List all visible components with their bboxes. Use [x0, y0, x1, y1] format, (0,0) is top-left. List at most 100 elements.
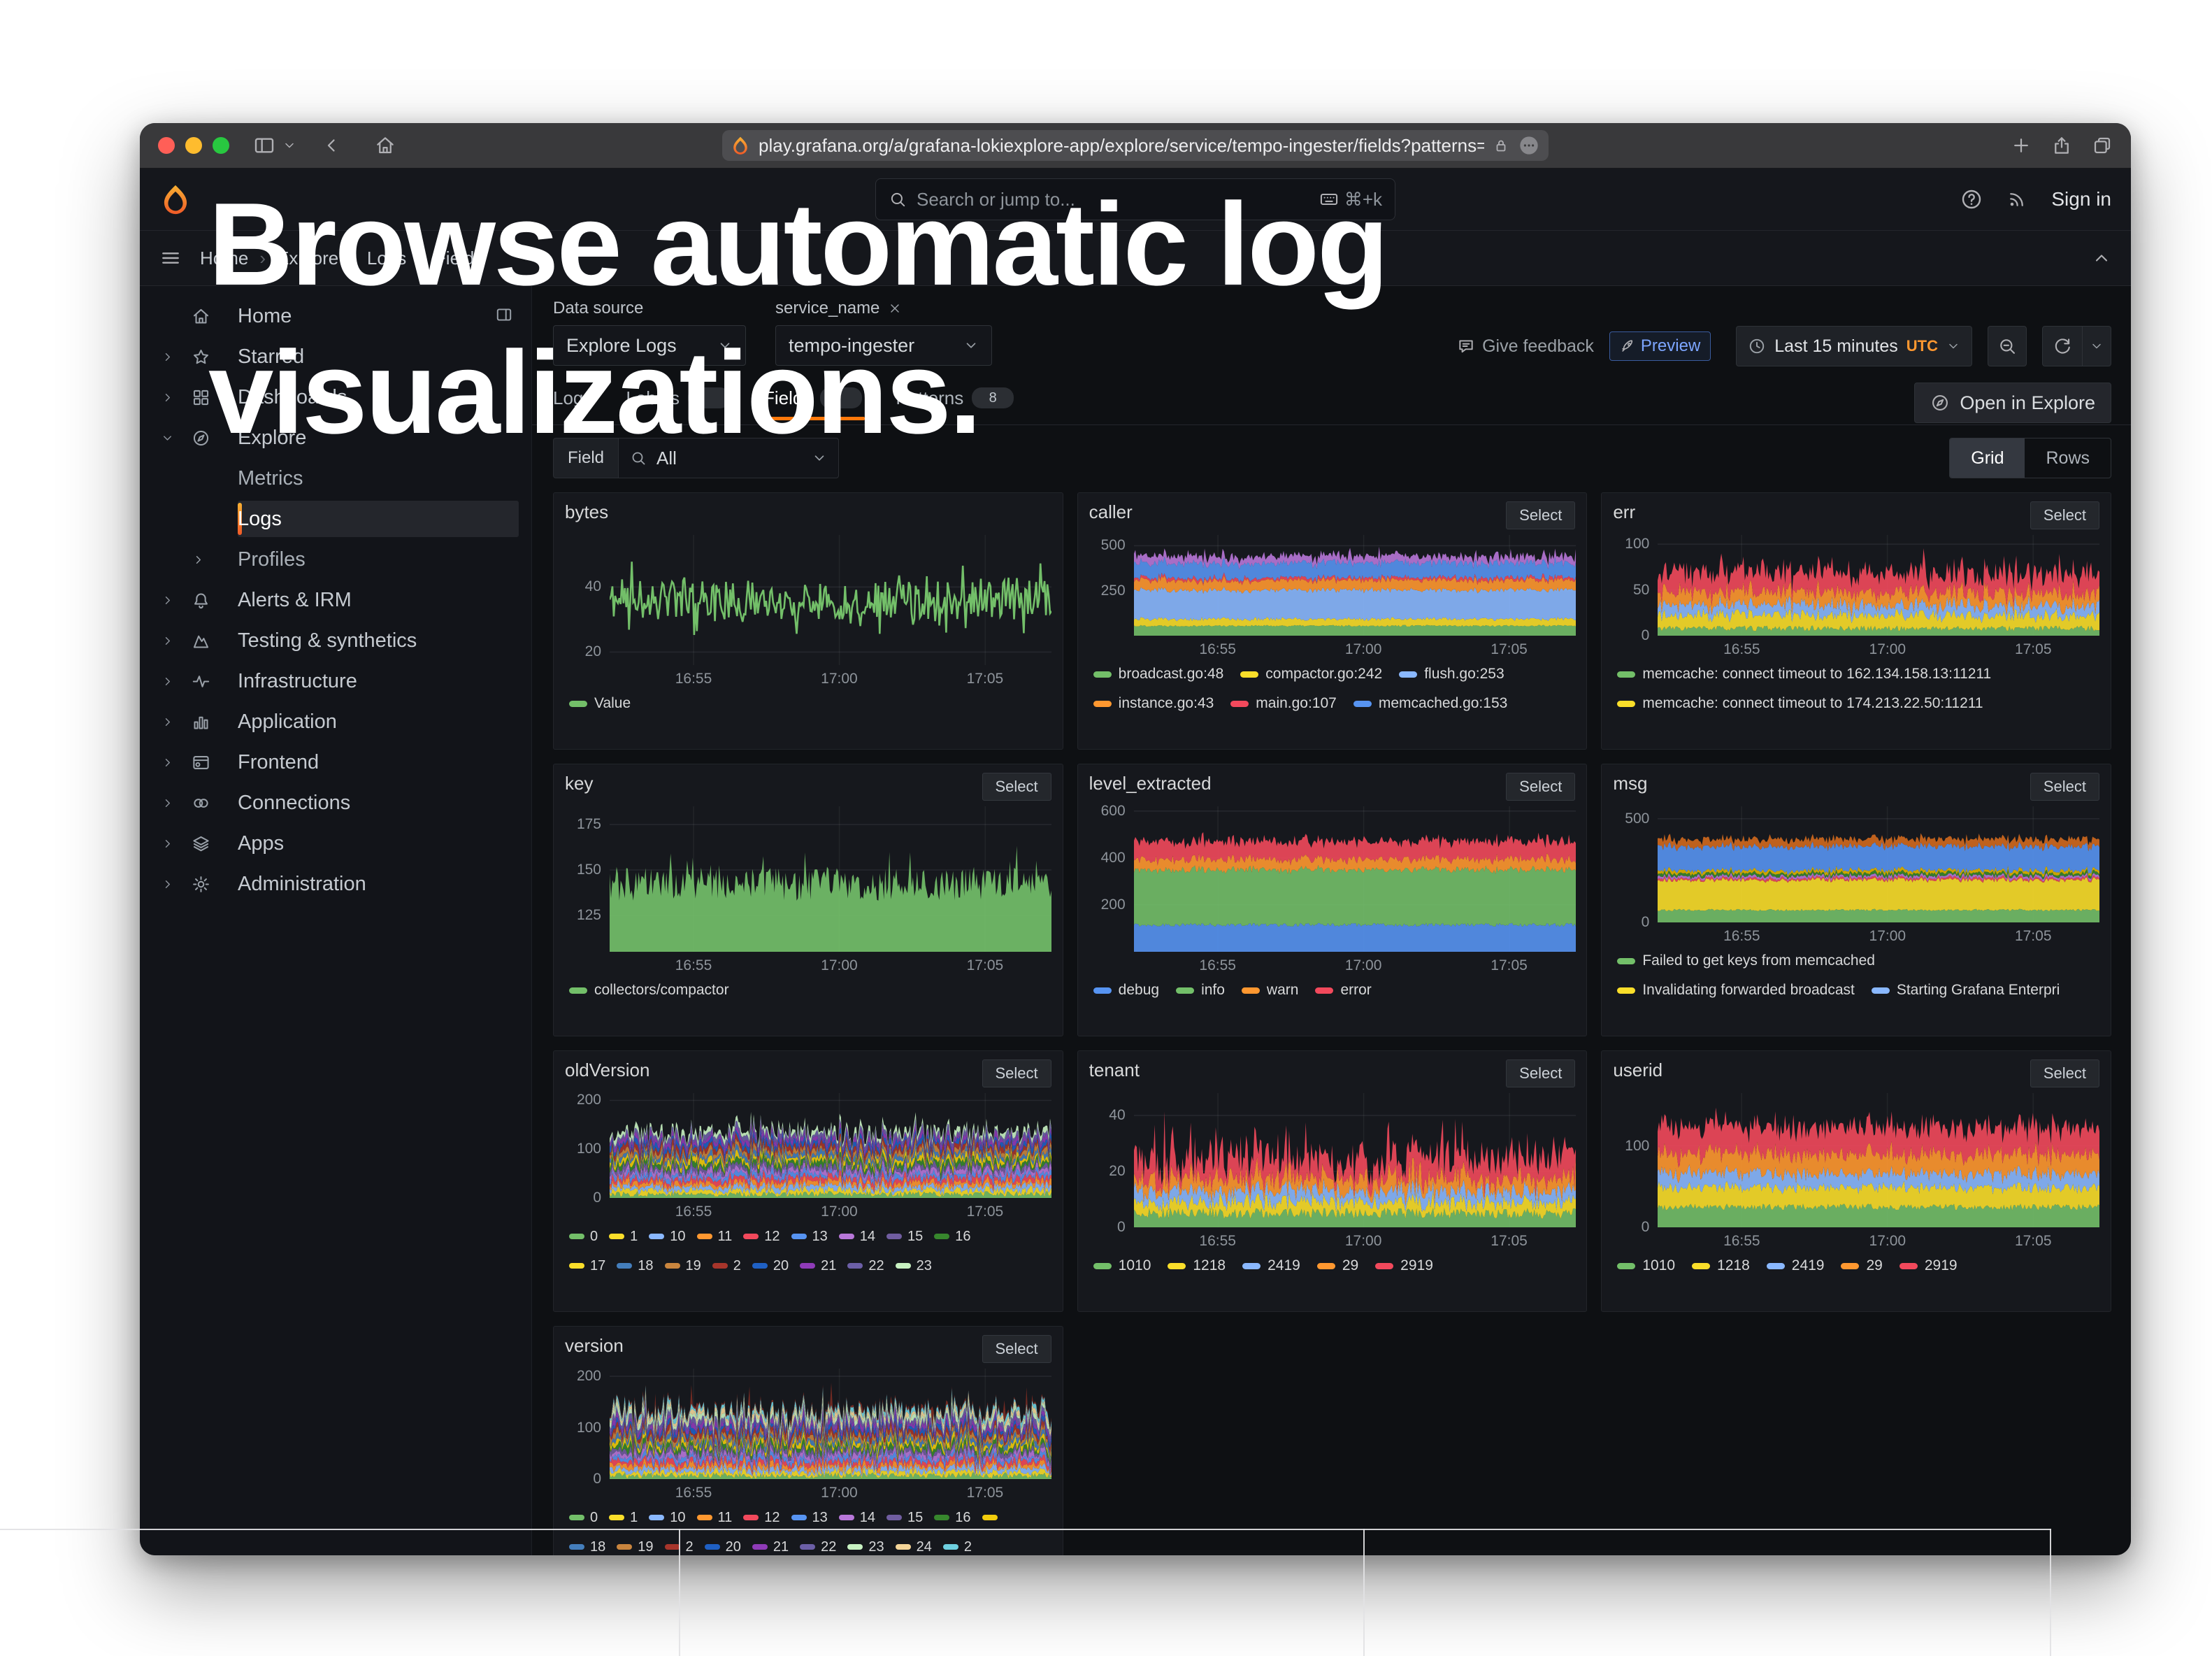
sidebar-item-infrastructure[interactable]: Infrastructure — [140, 661, 531, 701]
select-button[interactable]: Select — [2030, 501, 2099, 529]
legend-item[interactable]: 1010 — [1093, 1257, 1151, 1274]
legend-item[interactable]: 13 — [791, 1229, 828, 1245]
legend-item[interactable]: Failed to get keys from memcached — [1617, 952, 1875, 969]
browser-sidebar-toggle-icon[interactable] — [253, 134, 275, 157]
news-icon[interactable] — [2006, 189, 2027, 210]
time-series-chart[interactable] — [1134, 535, 1576, 636]
legend-item[interactable]: 2419 — [1767, 1257, 1825, 1274]
expand-icon[interactable] — [161, 431, 192, 445]
select-button[interactable]: Select — [1506, 773, 1575, 801]
zoom-window-button[interactable] — [213, 137, 229, 154]
expand-icon[interactable] — [161, 797, 192, 810]
select-button[interactable]: Select — [2030, 773, 2099, 801]
legend-item[interactable]: error — [1315, 982, 1371, 999]
select-button[interactable]: Select — [982, 1059, 1051, 1087]
legend-item[interactable]: 13 — [791, 1510, 828, 1526]
legend-item[interactable]: 22 — [847, 1258, 884, 1274]
open-in-explore-button[interactable]: Open in Explore — [1914, 383, 2111, 423]
legend-item[interactable]: memcache: connect timeout to 174.213.22.… — [1617, 695, 1983, 712]
time-range-picker[interactable]: Last 15 minutes UTC — [1736, 326, 1972, 366]
legend-item[interactable]: 16 — [934, 1229, 970, 1245]
legend-item[interactable]: 15 — [886, 1510, 923, 1526]
expand-icon[interactable] — [161, 756, 192, 769]
legend-item[interactable]: 1218 — [1692, 1257, 1750, 1274]
legend-item[interactable]: 14 — [839, 1229, 875, 1245]
legend-item[interactable]: 18 — [617, 1258, 653, 1274]
sidebar-item-logs[interactable]: Logs — [140, 499, 531, 539]
legend-item[interactable]: 16 — [934, 1510, 970, 1526]
url-more-icon[interactable] — [1518, 134, 1540, 157]
collapse-section-icon[interactable] — [2092, 248, 2111, 268]
browser-home-icon[interactable] — [375, 135, 396, 156]
legend-item[interactable]: 24 — [896, 1539, 932, 1555]
legend-item[interactable]: 2419 — [1242, 1257, 1300, 1274]
legend-item[interactable]: 18 — [569, 1539, 605, 1555]
view-toggle-grid[interactable]: Grid — [1950, 438, 2025, 478]
legend-item[interactable]: 29 — [1841, 1257, 1882, 1274]
legend-item[interactable]: 10 — [649, 1229, 685, 1245]
legend-item[interactable]: 20 — [752, 1258, 789, 1274]
mega-menu-icon[interactable] — [159, 247, 182, 269]
sign-in-link[interactable]: Sign in — [2051, 188, 2111, 210]
expand-icon[interactable] — [161, 634, 192, 648]
select-button[interactable]: Select — [982, 1335, 1051, 1363]
legend-item[interactable]: flush.go:253 — [1399, 666, 1504, 683]
time-series-chart[interactable] — [1134, 1093, 1576, 1227]
view-toggle-rows[interactable]: Rows — [2025, 438, 2111, 478]
legend-item[interactable]: main.go:107 — [1230, 695, 1337, 712]
legend-item[interactable]: debug — [1093, 982, 1159, 999]
sidebar-item-administration[interactable]: Administration — [140, 864, 531, 904]
legend-item[interactable]: broadcast.go:48 — [1093, 666, 1224, 683]
legend-item[interactable]: 20 — [705, 1539, 741, 1555]
time-series-chart[interactable] — [610, 806, 1051, 952]
share-icon[interactable] — [2051, 135, 2072, 156]
give-feedback-link[interactable]: Give feedback — [1457, 336, 1594, 357]
expand-icon[interactable] — [161, 675, 192, 688]
legend-item[interactable]: 23 — [896, 1258, 932, 1274]
legend-item[interactable]: 0 — [569, 1510, 598, 1526]
legend-item[interactable]: 1010 — [1617, 1257, 1675, 1274]
legend-item[interactable]: 2 — [712, 1258, 741, 1274]
legend-item[interactable]: 17 — [569, 1258, 605, 1274]
legend-item[interactable]: Value — [569, 695, 631, 712]
legend-item[interactable]: 11 — [697, 1229, 733, 1245]
browser-sidebar-chevron-icon[interactable] — [282, 138, 296, 152]
time-series-chart[interactable] — [610, 1093, 1051, 1198]
legend-item[interactable]: 2 — [943, 1539, 972, 1555]
sidebar-item-profiles[interactable]: Profiles — [140, 539, 531, 580]
legend-item[interactable]: 29 — [1317, 1257, 1358, 1274]
sidebar-item-testing-synthetics[interactable]: Testing & synthetics — [140, 620, 531, 661]
close-window-button[interactable] — [158, 137, 175, 154]
select-button[interactable]: Select — [1506, 1059, 1575, 1087]
expand-icon[interactable] — [161, 715, 192, 729]
legend-item[interactable]: memcache: connect timeout to 162.134.158… — [1617, 666, 1991, 683]
sidebar-item-frontend[interactable]: Frontend — [140, 742, 531, 783]
sidebar-item-apps[interactable]: Apps — [140, 823, 531, 864]
legend-item[interactable]: 1 — [609, 1510, 638, 1526]
legend-item[interactable]: 22 — [800, 1539, 836, 1555]
time-series-chart[interactable] — [610, 535, 1051, 665]
legend-item[interactable]: 10 — [649, 1510, 685, 1526]
time-series-chart[interactable] — [610, 1369, 1051, 1479]
legend-item[interactable]: 0 — [569, 1229, 598, 1245]
refresh-interval-button[interactable] — [2083, 326, 2111, 366]
legend-item[interactable]: 11 — [697, 1510, 733, 1526]
expand-icon[interactable] — [161, 391, 192, 404]
legend-item[interactable]: 21 — [800, 1258, 836, 1274]
time-series-chart[interactable] — [1134, 806, 1576, 952]
sidebar-item-application[interactable]: Application — [140, 701, 531, 742]
zoom-out-button[interactable] — [1988, 326, 2027, 366]
tab-overview-icon[interactable] — [2092, 135, 2113, 156]
time-series-chart[interactable] — [1658, 535, 2099, 636]
minimize-window-button[interactable] — [185, 137, 202, 154]
select-button[interactable]: Select — [1506, 501, 1575, 529]
expand-icon[interactable] — [161, 837, 192, 850]
legend-item[interactable]: 14 — [839, 1510, 875, 1526]
browser-back-icon[interactable] — [322, 135, 343, 156]
sidebar-item-connections[interactable]: Connections — [140, 783, 531, 823]
legend-item[interactable]: Invalidating forwarded broadcast — [1617, 982, 1855, 999]
grafana-logo[interactable] — [159, 183, 192, 215]
legend-item[interactable]: collectors/compactor — [569, 982, 729, 999]
legend-item[interactable]: instance.go:43 — [1093, 695, 1214, 712]
legend-item[interactable]: 23 — [847, 1539, 884, 1555]
